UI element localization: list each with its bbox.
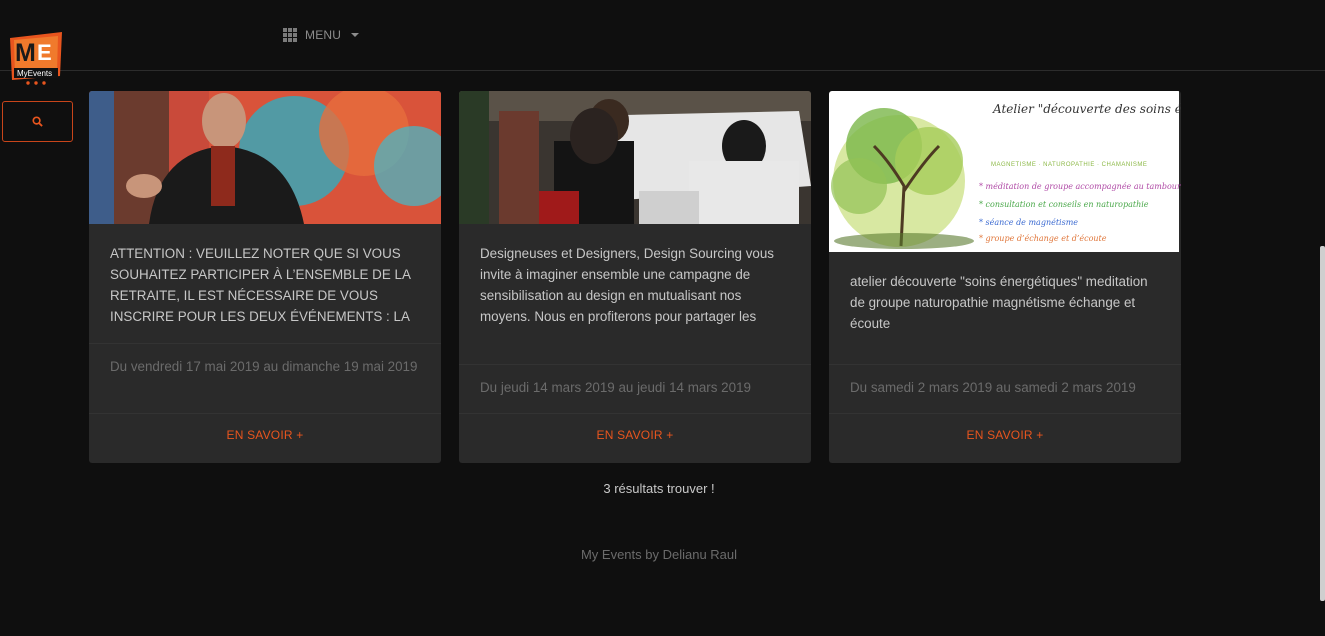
search-icon — [32, 116, 43, 127]
atelier-image-item: * consultation et conseils en naturopath… — [979, 200, 1149, 209]
learn-more-link[interactable]: EN SAVOIR + — [89, 428, 441, 442]
card-divider — [89, 413, 441, 414]
menu-label: MENU — [305, 28, 342, 42]
search-button[interactable] — [2, 101, 73, 142]
event-description: atelier découverte "soins énergétiques" … — [850, 274, 1148, 331]
svg-text:M: M — [15, 39, 36, 67]
event-image-atelier[interactable]: Atelier "découverte des soins énergétiqu… — [829, 91, 1181, 252]
grid-icon — [283, 28, 297, 42]
event-card: Atelier "découverte des soins énergétiqu… — [829, 91, 1181, 463]
atelier-image-item: * séance de magnétisme — [979, 218, 1078, 227]
myevents-logo[interactable]: M E MyEvents — [6, 30, 66, 86]
logo-text: MyEvents — [17, 69, 52, 78]
atelier-image-subtitle: MAGNETISME · NATUROPATHIE · CHAMANISME — [991, 162, 1147, 168]
page-scrollbar[interactable] — [1320, 246, 1325, 601]
event-date: Du vendredi 17 mai 2019 au dimanche 19 m… — [110, 359, 418, 374]
event-description: ATTENTION : VEUILLEZ NOTER QUE SI VOUS S… — [110, 246, 411, 324]
event-card: Designeuses et Designers, Design Sourcin… — [459, 91, 811, 463]
learn-more-link[interactable]: EN SAVOIR + — [459, 428, 811, 442]
atelier-image-item: * groupe d’échange et d’écoute — [979, 234, 1107, 243]
event-image-monk[interactable] — [89, 91, 441, 224]
caret-down-icon — [351, 33, 360, 37]
card-divider — [459, 364, 811, 365]
footer-credit: My Events by Delianu Raul — [580, 547, 738, 562]
card-divider — [829, 413, 1181, 414]
atelier-image-item: * méditation de groupe accompagnée au ta… — [979, 182, 1181, 191]
results-count: 3 résultats trouver ! — [603, 481, 715, 496]
event-date: Du samedi 2 mars 2019 au samedi 2 mars 2… — [850, 380, 1136, 395]
event-description: Designeuses et Designers, Design Sourcin… — [480, 246, 775, 324]
event-card: ATTENTION : VEUILLEZ NOTER QUE SI VOUS S… — [89, 91, 441, 463]
card-divider — [459, 413, 811, 414]
svg-text:E: E — [37, 40, 52, 65]
card-divider — [829, 364, 1181, 365]
learn-more-link[interactable]: EN SAVOIR + — [829, 428, 1181, 442]
atelier-image-title: Atelier "découverte des soins énergétiqu… — [992, 102, 1181, 116]
top-navbar: MENU — [0, 0, 1325, 71]
event-date: Du jeudi 14 mars 2019 au jeudi 14 mars 2… — [480, 380, 751, 395]
event-image-workshop[interactable] — [459, 91, 811, 224]
card-divider — [89, 343, 441, 344]
menu-button[interactable]: MENU — [283, 27, 360, 43]
